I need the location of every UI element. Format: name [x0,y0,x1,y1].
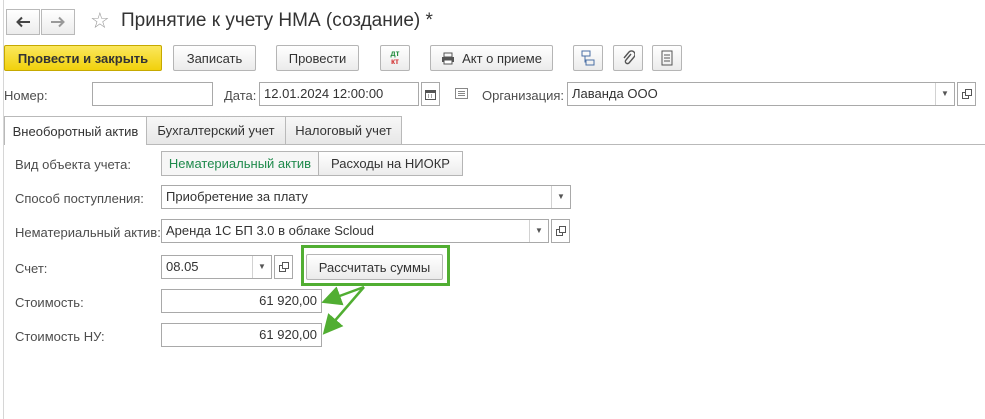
tab-fixed-asset[interactable]: Внеоборотный актив [4,116,147,145]
annotation-arrows [321,285,365,335]
